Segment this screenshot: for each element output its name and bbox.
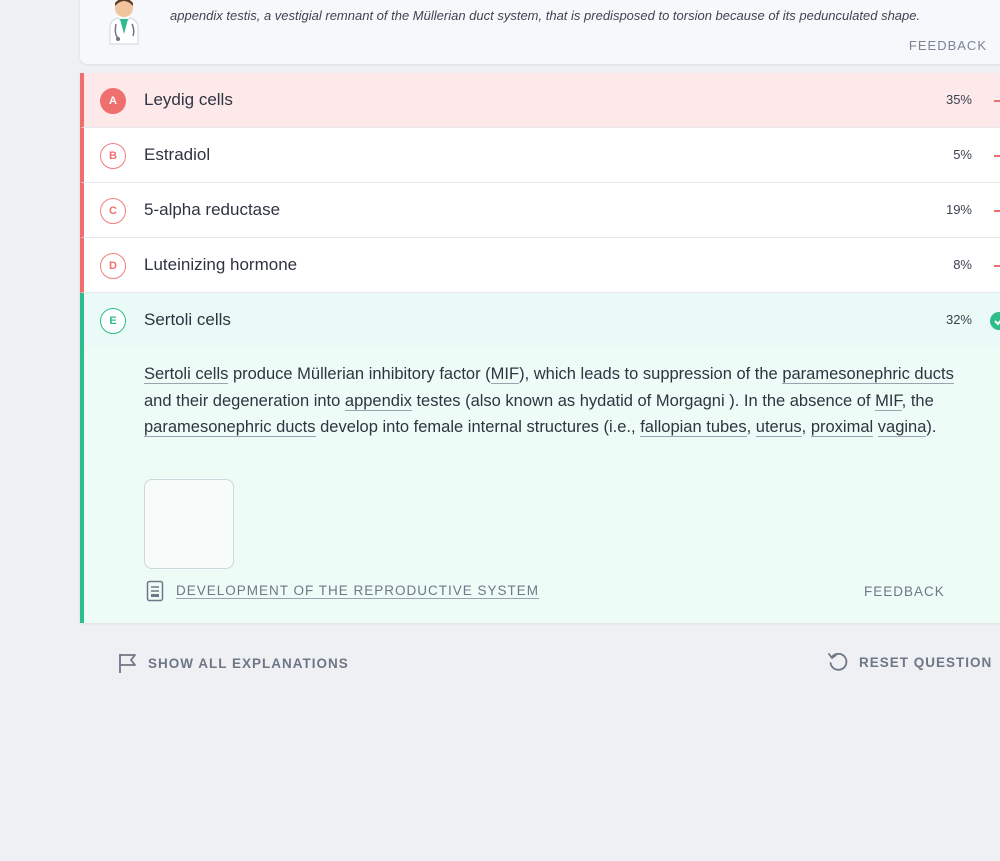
answer-option-c[interactable]: C 5-alpha reductase 19% bbox=[80, 183, 1000, 238]
top-feedback-button[interactable]: FEEDBACK bbox=[909, 38, 987, 53]
answer-text: Estradiol bbox=[144, 145, 211, 164]
answer-percent: 5% bbox=[953, 147, 972, 162]
incorrect-dash-icon bbox=[994, 155, 1000, 157]
term-link[interactable]: appendix bbox=[344, 391, 412, 411]
answer-letter: A bbox=[100, 88, 126, 114]
incorrect-dash-icon bbox=[994, 265, 1000, 267]
term-link[interactable]: vagina bbox=[877, 418, 927, 437]
explanation-feedback-button[interactable]: FEEDBACK bbox=[864, 584, 945, 599]
incorrect-dash-icon bbox=[994, 210, 1000, 212]
term-link[interactable]: proximal bbox=[810, 418, 874, 437]
answer-text: 5-alpha reductase bbox=[144, 200, 281, 219]
answer-text: Sertoli cells bbox=[144, 310, 231, 329]
answer-percent: 35% bbox=[945, 92, 972, 107]
flag-icon bbox=[119, 654, 136, 673]
term-link[interactable]: Sertoli cells bbox=[144, 365, 229, 384]
previous-explanation-text: appendix testis, a vestigial remnant of … bbox=[170, 8, 921, 23]
reset-question-button[interactable]: RESET QUESTION bbox=[827, 651, 992, 673]
check-circle-icon bbox=[990, 312, 1000, 330]
term-link[interactable]: paramesonephric ducts bbox=[782, 365, 954, 384]
reset-question-label: RESET QUESTION bbox=[859, 654, 993, 670]
article-link-label: DEVELOPMENT OF THE REPRODUCTIVE SYSTEM bbox=[176, 583, 540, 599]
answer-letter: D bbox=[100, 253, 126, 279]
article-link[interactable]: DEVELOPMENT OF THE REPRODUCTIVE SYSTEM bbox=[146, 580, 540, 602]
answer-percent: 8% bbox=[953, 257, 972, 272]
answer-text: Leydig cells bbox=[144, 90, 233, 109]
incorrect-dash-icon bbox=[994, 100, 1000, 102]
answer-option-d[interactable]: D Luteinizing hormone 8% bbox=[80, 238, 1000, 293]
explanation-text: Sertoli cells produce Müllerian inhibito… bbox=[144, 365, 954, 437]
answer-letter: B bbox=[100, 143, 126, 169]
answer-text: Luteinizing hormone bbox=[144, 255, 298, 274]
answer-options: A Leydig cells 35% B Estradiol 5% C 5-al… bbox=[80, 73, 1000, 623]
show-all-explanations-label: SHOW ALL EXPLANATIONS bbox=[148, 655, 349, 671]
explanation-image-thumbnail[interactable] bbox=[144, 479, 234, 569]
answer-option-a[interactable]: A Leydig cells 35% bbox=[80, 73, 1000, 128]
answer-explanation: Sertoli cells produce Müllerian inhibito… bbox=[80, 348, 1000, 623]
term-link[interactable]: uterus bbox=[755, 418, 802, 437]
answer-letter: E bbox=[100, 308, 126, 334]
previous-explanation-card: appendix testis, a vestigial remnant of … bbox=[80, 0, 1000, 64]
answer-option-b[interactable]: B Estradiol 5% bbox=[80, 128, 1000, 183]
answer-option-e[interactable]: E Sertoli cells 32% bbox=[80, 293, 1000, 348]
document-icon bbox=[146, 580, 164, 602]
show-all-explanations-button[interactable]: SHOW ALL EXPLANATIONS bbox=[118, 652, 349, 674]
answer-percent: 32% bbox=[945, 312, 972, 327]
answer-letter: C bbox=[100, 198, 126, 224]
reset-icon bbox=[828, 652, 848, 671]
term-link[interactable]: paramesonephric ducts bbox=[144, 418, 316, 437]
answer-percent: 19% bbox=[945, 202, 972, 217]
doctor-avatar-icon bbox=[109, 0, 139, 45]
term-link[interactable]: MIF bbox=[490, 365, 520, 384]
term-link[interactable]: MIF bbox=[875, 391, 902, 411]
term-link[interactable]: fallopian tubes bbox=[640, 418, 747, 437]
